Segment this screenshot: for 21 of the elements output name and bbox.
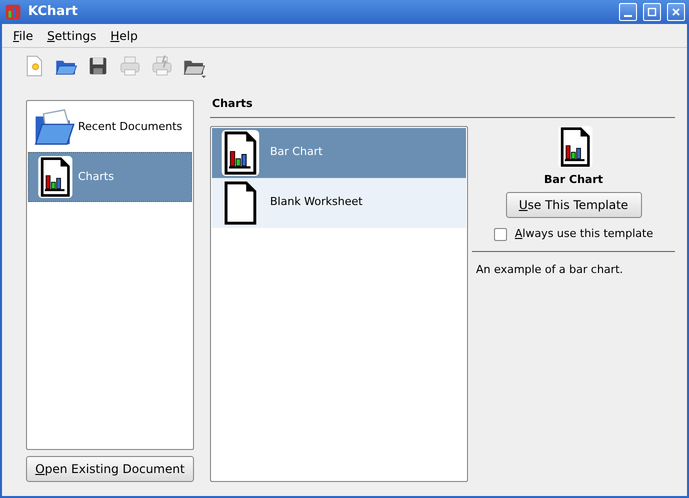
use-template-button[interactable]: Use This Template	[506, 192, 642, 218]
printer-icon	[118, 54, 142, 78]
always-use-label[interactable]: Always use this template	[514, 226, 654, 242]
template-description: An example of a bar chart.	[476, 262, 624, 276]
maximize-button[interactable]	[643, 3, 661, 21]
minimize-button[interactable]	[619, 3, 637, 21]
window-title: KChart	[28, 3, 79, 22]
category-item[interactable]: Recent Documents	[28, 102, 192, 152]
menu-item[interactable]: Settings	[40, 26, 104, 44]
app-icon	[4, 3, 22, 21]
menu-item[interactable]: File	[6, 26, 40, 44]
maximize-icon	[645, 5, 659, 19]
template-item[interactable]: Blank Worksheet	[212, 178, 466, 228]
preview-title: Bar Chart	[544, 172, 604, 188]
close-button[interactable]	[667, 3, 685, 21]
open-existing-button[interactable]: Open Existing Document	[26, 456, 194, 482]
menu-item[interactable]: Help	[103, 26, 145, 44]
printer-icon	[150, 54, 174, 78]
section-title: Charts	[210, 94, 675, 118]
minimize-icon	[624, 15, 632, 17]
always-use-checkbox[interactable]	[494, 228, 507, 241]
